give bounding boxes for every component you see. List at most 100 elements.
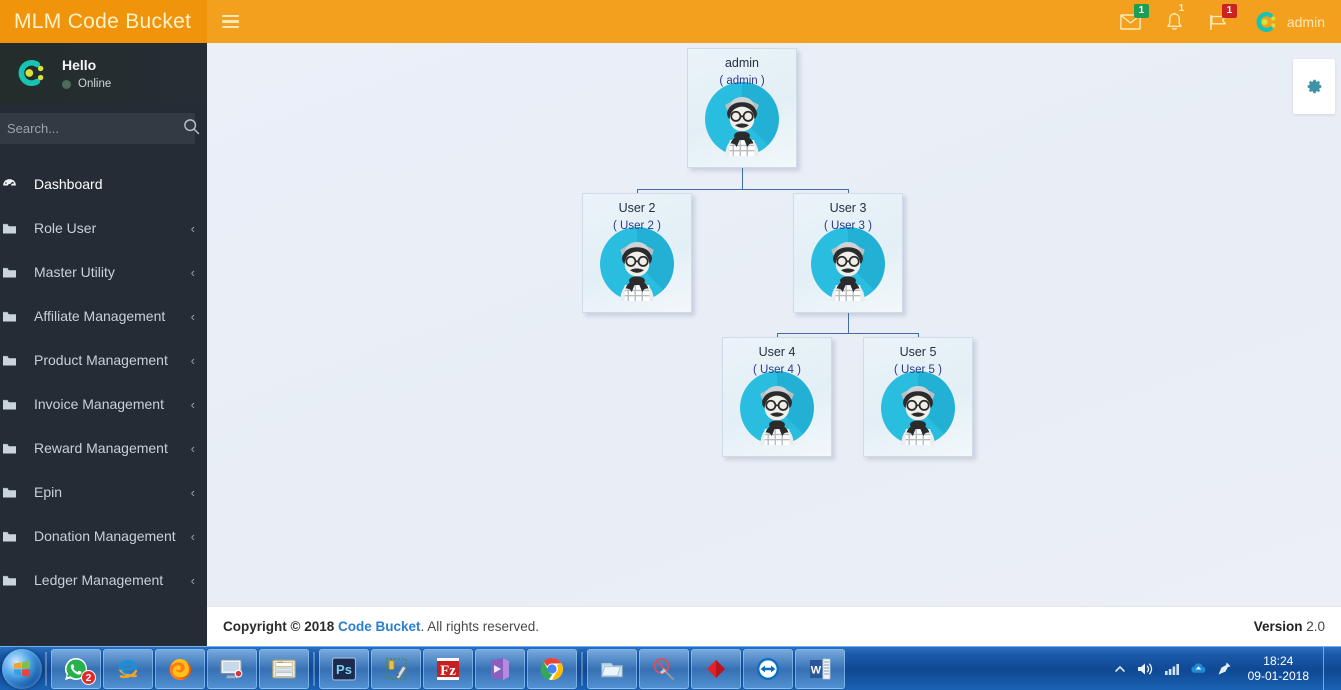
node-subtitle: ( User 3 ) [824, 220, 872, 232]
status-dot-icon [62, 79, 71, 89]
sidebar-item-label: Epin [34, 484, 63, 500]
taskbar-app-visual-editor[interactable] [475, 648, 525, 689]
firefox-icon [169, 658, 192, 680]
folder-icon [0, 222, 34, 235]
sidebar-search[interactable] [0, 113, 200, 144]
sidebar-item-epin[interactable]: Epin ‹ [0, 470, 207, 514]
tree-node-user3[interactable]: User 3 ( User 3 ) Right [793, 193, 903, 313]
sidebar-item-invoice-management[interactable]: Invoice Management ‹ [0, 382, 207, 426]
taskbar-app-windows-explorer[interactable] [587, 648, 637, 689]
sidebar-item-ledger-management[interactable]: Ledger Management ‹ [0, 558, 207, 602]
folder-icon [0, 310, 34, 323]
tree-connector [742, 168, 743, 190]
brand-title[interactable]: MLM Code Bucket [0, 0, 207, 43]
taskbar-app-file-explorer[interactable] [259, 648, 309, 689]
pin-button[interactable] [1217, 661, 1232, 676]
show-hidden-icons-button[interactable] [1114, 664, 1126, 674]
snipping-tool-icon [653, 657, 675, 680]
pin-icon [1218, 662, 1231, 675]
taskbar-app-chrome[interactable] [527, 648, 577, 689]
tree-node-user2[interactable]: User 2 ( User 2 ) [582, 193, 692, 313]
internet-explorer-icon [118, 659, 138, 678]
sidebar-item-master-utility[interactable]: Master Utility ‹ [0, 250, 207, 294]
notifications-button[interactable]: 1 [1153, 0, 1197, 43]
sidebar-item-label: Dashboard [34, 176, 103, 192]
show-desktop-button[interactable] [1323, 646, 1333, 690]
remote-desktop-icon [220, 658, 243, 678]
taskbar-app-snipping-tool[interactable] [639, 648, 689, 689]
folder-icon [0, 354, 34, 367]
chevron-left-icon: ‹ [190, 484, 195, 500]
copyright-prefix: Copyright © 2018 [223, 619, 338, 634]
node-subtitle: ( User 5 ) [894, 364, 942, 376]
search-input[interactable] [0, 121, 183, 136]
tasks-button[interactable]: 1 [1197, 0, 1241, 43]
messages-button[interactable]: 1 [1109, 0, 1153, 43]
cloud-button[interactable] [1190, 662, 1207, 675]
volume-button[interactable] [1136, 661, 1154, 677]
search-icon[interactable] [183, 118, 207, 140]
chevron-left-icon: ‹ [190, 352, 195, 368]
sidebar-item-role-user[interactable]: Role User ‹ [0, 206, 207, 250]
dashboard-icon [0, 177, 34, 192]
taskbar-app-remote-desktop[interactable] [207, 648, 257, 689]
system-tray: 18:24 09-01-2018 [1114, 646, 1341, 690]
user-avatar-icon [811, 227, 885, 301]
visual-editor-icon [491, 657, 509, 680]
sidebar-menu: Dashboard Role User ‹ Master Utility ‹ A… [0, 162, 207, 602]
company-link[interactable]: Code Bucket [338, 619, 421, 634]
sidebar-profile[interactable]: Hello Online [0, 43, 207, 103]
taskbar-app-red-diamond[interactable] [691, 648, 741, 689]
photoshop-icon: Ps [331, 656, 357, 681]
sidebar-item-label: Donation Management [34, 528, 176, 544]
taskbar-clock[interactable]: 18:24 09-01-2018 [1242, 654, 1309, 684]
taskbar-apps: 2 Ps Fz W [50, 648, 846, 689]
network-icon [1164, 663, 1179, 675]
user-menu[interactable]: admin [1253, 9, 1325, 35]
folder-icon [0, 486, 34, 499]
taskbar-badge: 2 [81, 669, 96, 685]
taskbar-app-teamviewer[interactable] [743, 648, 793, 689]
sidebar-item-reward-management[interactable]: Reward Management ‹ [0, 426, 207, 470]
svg-text:W: W [811, 664, 822, 676]
sidebar-item-product-management[interactable]: Product Management ‹ [0, 338, 207, 382]
main-content: admin ( admin ) User 2 (User 2) User 3… [207, 43, 1341, 606]
node-avatar [723, 364, 831, 452]
user-avatar-icon [881, 371, 955, 445]
taskbar-app-firefox[interactable] [155, 648, 205, 689]
chevron-left-icon: ‹ [190, 440, 195, 456]
filezilla-icon: Fz [437, 657, 459, 680]
status-label: Online [78, 78, 112, 91]
taskbar-app-filezilla[interactable]: Fz [423, 648, 473, 689]
teamviewer-icon [757, 657, 779, 680]
sidebar-item-label: Role User [34, 220, 97, 236]
network-button[interactable] [1164, 662, 1180, 676]
taskbar-app-word[interactable]: W [795, 648, 845, 689]
tree-node-admin[interactable]: admin ( admin ) [687, 48, 797, 168]
clock-date: 09-01-2018 [1247, 668, 1309, 683]
folder-icon [0, 266, 34, 279]
sidebar-item-affiliate-management[interactable]: Affiliate Management ‹ [0, 294, 207, 338]
taskbar-separator [313, 651, 315, 686]
tree-node-user4[interactable]: User 4 ( User 4 ) Left [722, 337, 832, 457]
chevron-left-icon: ‹ [190, 308, 195, 324]
folder-icon [0, 574, 34, 587]
version-label: Version [1253, 619, 1307, 634]
taskbar-app-design-tool[interactable] [371, 648, 421, 689]
sidebar-item-dashboard[interactable]: Dashboard [0, 162, 207, 206]
taskbar-app-internet-explorer[interactable] [103, 648, 153, 689]
sidebar-toggle-button[interactable] [207, 0, 253, 43]
taskbar-app-whatsapp[interactable]: 2 [51, 648, 101, 689]
node-avatar [688, 75, 796, 163]
taskbar-app-photoshop[interactable]: Ps [319, 648, 369, 689]
sidebar-item-label: Affiliate Management [34, 308, 166, 324]
tree-node-user5[interactable]: User 5 ( User 5 ) Right [863, 337, 973, 457]
node-subtitle: ( User 2 ) [613, 220, 661, 232]
start-button[interactable] [2, 648, 42, 689]
tree-connector [848, 313, 849, 334]
windows-taskbar: 2 Ps Fz W 18:24 09-01-2018 [0, 646, 1341, 690]
sidebar-item-donation-management[interactable]: Donation Management ‹ [0, 514, 207, 558]
notifications-badge: 1 [1178, 3, 1185, 14]
sidebar-item-label: Master Utility [34, 264, 115, 280]
folder-icon [0, 442, 34, 455]
